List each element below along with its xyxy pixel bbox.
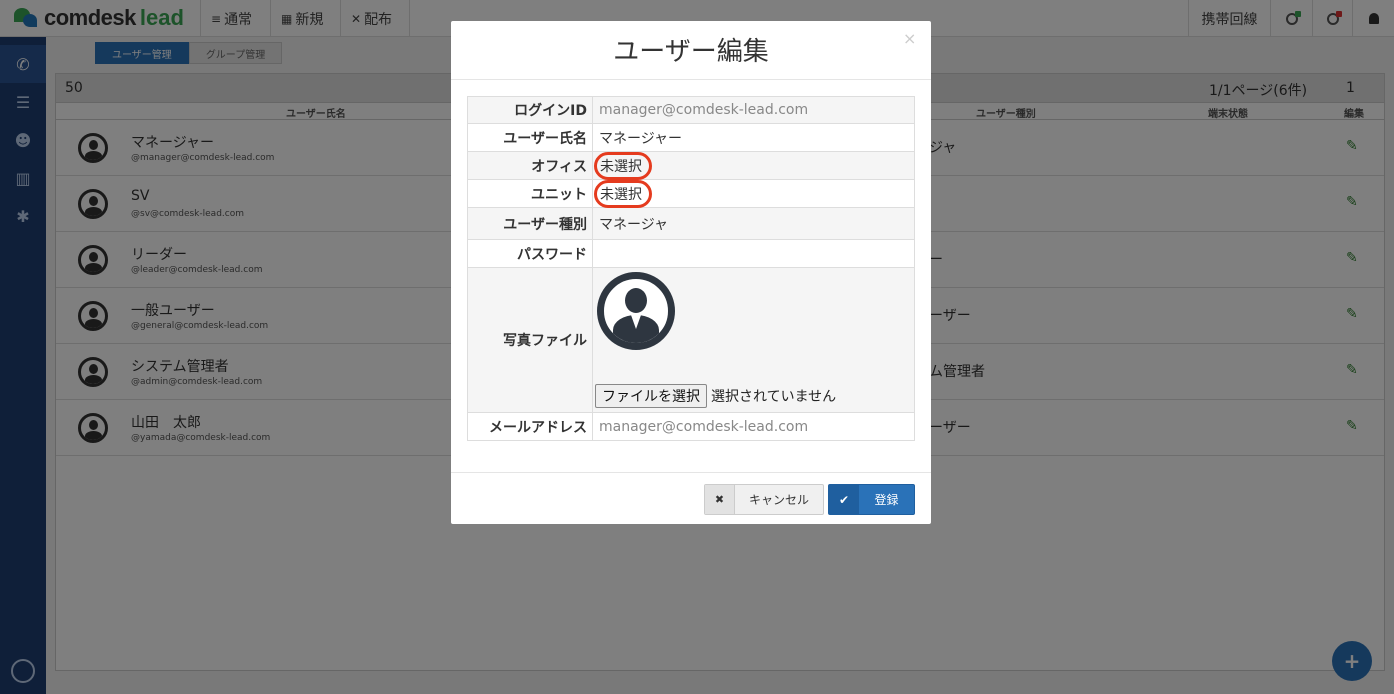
dialog-title: ユーザー編集 (613, 37, 769, 67)
unit-value: 未選択 (594, 179, 652, 208)
form-row-name: ユーザー氏名 マネージャー (467, 124, 915, 152)
user-type-select[interactable]: マネージャ (593, 208, 914, 239)
form-row-office: オフィス 未選択 (467, 151, 915, 180)
form-row-email: メールアドレス manager@comdesk-lead.com (467, 413, 915, 441)
login-id-field[interactable]: manager@comdesk-lead.com (593, 97, 914, 123)
office-select[interactable]: 未選択 (593, 151, 914, 180)
user-edit-dialog: ユーザー編集 × ログインID manager@comdesk-lead.com… (451, 21, 931, 524)
close-icon[interactable]: × (903, 29, 916, 48)
form-row-unit: ユニット 未選択 (467, 179, 915, 208)
user-edit-form: ログインID manager@comdesk-lead.com ユーザー氏名 マ… (467, 96, 915, 441)
check-icon: ✔ (829, 485, 859, 514)
password-field[interactable] (593, 240, 914, 267)
unit-label: ユニット (468, 180, 593, 207)
user-name-field[interactable]: マネージャー (593, 124, 914, 151)
office-label: オフィス (468, 152, 593, 179)
choose-file-button[interactable]: ファイルを選択 (595, 384, 707, 408)
unit-select[interactable]: 未選択 (593, 179, 914, 208)
cancel-button[interactable]: ✖ キャンセル (704, 484, 824, 515)
dialog-header: ユーザー編集 × (451, 21, 931, 80)
office-value: 未選択 (594, 151, 652, 180)
close-icon: ✖ (705, 485, 735, 514)
photo-label: 写真ファイル (468, 268, 593, 412)
form-row-type: ユーザー種別 マネージャ (467, 208, 915, 240)
user-name-label: ユーザー氏名 (468, 124, 593, 151)
file-status: 選択されていません (711, 389, 837, 405)
form-row-photo: 写真ファイル ファイルを選択 選択されていません (467, 268, 915, 413)
form-row-login: ログインID manager@comdesk-lead.com (467, 96, 915, 124)
email-field[interactable]: manager@comdesk-lead.com (593, 413, 914, 440)
password-label: パスワード (468, 240, 593, 267)
save-button[interactable]: ✔ 登録 (828, 484, 915, 515)
user-type-label: ユーザー種別 (468, 208, 593, 239)
profile-avatar-icon (597, 272, 675, 350)
form-row-password: パスワード (467, 240, 915, 268)
photo-field: ファイルを選択 選択されていません (593, 268, 914, 412)
dialog-footer: ✖ キャンセル ✔ 登録 (451, 472, 931, 524)
email-label: メールアドレス (468, 413, 593, 440)
login-id-label: ログインID (468, 97, 593, 123)
